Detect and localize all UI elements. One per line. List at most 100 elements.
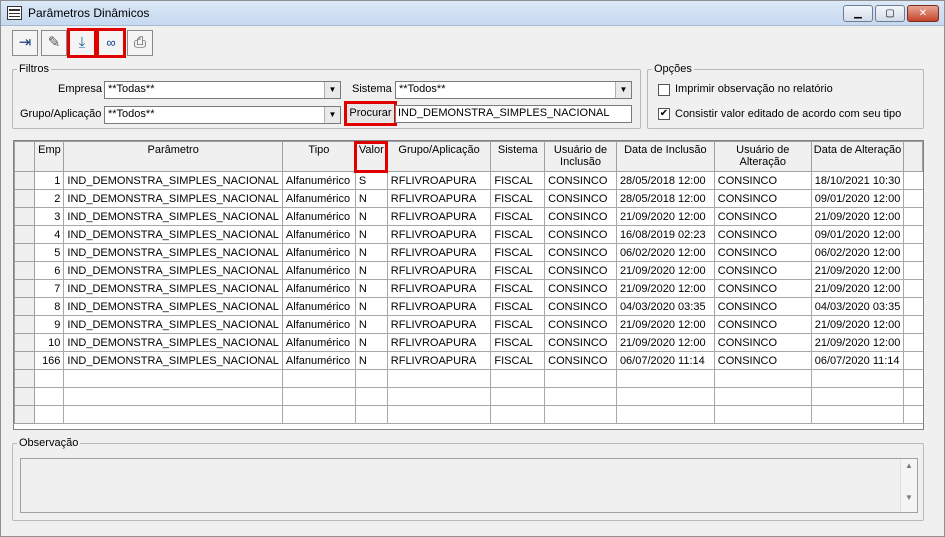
col-grupo[interactable]: Grupo/Aplicação xyxy=(386,141,492,172)
cell-grupo[interactable] xyxy=(386,387,492,406)
cell-usuario-inclusao[interactable]: CONSINCO xyxy=(544,297,617,316)
cell-sistema[interactable]: FISCAL xyxy=(490,297,546,316)
validate-value-checkbox[interactable]: ✔ xyxy=(658,108,670,120)
cell-data-alteracao[interactable]: 09/01/2020 12:00 xyxy=(810,189,905,208)
cell-usuario-alteracao[interactable]: CONSINCO xyxy=(713,315,812,334)
cell-usuario-inclusao[interactable]: CONSINCO xyxy=(544,207,617,226)
table-row[interactable]: 9 IND_DEMONSTRA_SIMPLES_NACIONAL Alfanumér… xyxy=(14,315,923,334)
col-sistema[interactable]: Sistema xyxy=(490,141,546,172)
col-usuario-inclusao[interactable]: Usuário de Inclusão xyxy=(544,141,617,172)
cell-sistema[interactable]: FISCAL xyxy=(490,279,546,298)
cell-emp[interactable] xyxy=(34,405,65,424)
row-indicator[interactable] xyxy=(14,351,36,370)
col-valor[interactable]: Valor xyxy=(354,141,389,173)
print-observation-checkbox[interactable] xyxy=(658,84,670,96)
table-row[interactable]: 4 IND_DEMONSTRA_SIMPLES_NACIONAL Alfanumér… xyxy=(14,225,923,244)
import-button[interactable]: ⤓ xyxy=(67,28,97,58)
cell-tipo[interactable]: Alfanumérico xyxy=(281,225,356,244)
cell-grupo[interactable]: RFLIVROAPURA xyxy=(386,279,492,298)
cell-usuario-alteracao[interactable]: CONSINCO xyxy=(713,243,812,262)
cell-data-alteracao[interactable] xyxy=(810,369,905,388)
cell-usuario-inclusao[interactable] xyxy=(544,405,617,424)
cell-valor[interactable]: S xyxy=(354,171,388,190)
cell-usuario-alteracao[interactable] xyxy=(713,369,812,388)
cell-parametro[interactable] xyxy=(63,405,283,424)
exit-button[interactable]: ⇥ xyxy=(12,30,38,56)
cell-valor[interactable]: N xyxy=(354,243,388,262)
cell-valor[interactable]: N xyxy=(354,207,388,226)
cell-parametro[interactable]: IND_DEMONSTRA_SIMPLES_NACIONAL xyxy=(63,351,283,370)
cell-sistema[interactable]: FISCAL xyxy=(490,189,546,208)
cell-usuario-alteracao[interactable]: CONSINCO xyxy=(713,333,812,352)
table-row[interactable]: 10 IND_DEMONSTRA_SIMPLES_NACIONAL Alfanumé… xyxy=(14,333,923,352)
cell-data-inclusao[interactable]: 06/07/2020 11:14 xyxy=(615,351,715,370)
cell-data-alteracao[interactable]: 21/09/2020 12:00 xyxy=(810,207,905,226)
cell-emp[interactable]: 4 xyxy=(34,225,65,244)
cell-data-alteracao[interactable]: 09/01/2020 12:00 xyxy=(810,225,905,244)
cell-tipo[interactable]: Alfanumérico xyxy=(281,333,356,352)
grupo-select[interactable]: **Todos** ▼ xyxy=(104,106,341,124)
minimize-button[interactable]: ▁ xyxy=(843,5,873,22)
cell-data-inclusao[interactable]: 04/03/2020 03:35 xyxy=(615,297,715,316)
cell-data-alteracao[interactable]: 21/09/2020 12:00 xyxy=(810,315,905,334)
table-row[interactable] xyxy=(14,405,923,424)
cell-parametro[interactable]: IND_DEMONSTRA_SIMPLES_NACIONAL xyxy=(63,225,283,244)
cell-grupo[interactable]: RFLIVROAPURA xyxy=(386,207,492,226)
cell-grupo[interactable]: RFLIVROAPURA xyxy=(386,351,492,370)
cell-data-inclusao[interactable]: 21/09/2020 12:00 xyxy=(615,315,715,334)
cell-emp[interactable]: 5 xyxy=(34,243,65,262)
cell-grupo[interactable]: RFLIVROAPURA xyxy=(386,261,492,280)
cell-data-alteracao[interactable] xyxy=(810,405,905,424)
row-indicator[interactable] xyxy=(14,171,36,190)
print-button[interactable]: ⎙ xyxy=(127,30,153,56)
cell-tipo[interactable] xyxy=(281,405,356,424)
cell-usuario-alteracao[interactable]: CONSINCO xyxy=(713,351,812,370)
observation-scrollbar[interactable]: ▲ ▼ xyxy=(900,459,917,512)
cell-sistema[interactable]: FISCAL xyxy=(490,351,546,370)
row-indicator[interactable] xyxy=(14,261,36,280)
table-row[interactable]: 3 IND_DEMONSTRA_SIMPLES_NACIONAL Alfanumér… xyxy=(14,207,923,226)
cell-parametro[interactable]: IND_DEMONSTRA_SIMPLES_NACIONAL xyxy=(63,243,283,262)
cell-data-inclusao[interactable]: 28/05/2018 12:00 xyxy=(615,189,715,208)
cell-valor[interactable]: N xyxy=(354,315,388,334)
table-row[interactable]: 1 IND_DEMONSTRA_SIMPLES_NACIONAL Alfanumér… xyxy=(14,171,923,190)
cell-parametro[interactable]: IND_DEMONSTRA_SIMPLES_NACIONAL xyxy=(63,297,283,316)
cell-valor[interactable]: N xyxy=(354,333,388,352)
cell-usuario-inclusao[interactable] xyxy=(544,369,617,388)
cell-usuario-alteracao[interactable]: CONSINCO xyxy=(713,297,812,316)
cell-sistema[interactable]: FISCAL xyxy=(490,207,546,226)
cell-usuario-alteracao[interactable]: CONSINCO xyxy=(713,189,812,208)
cell-emp[interactable]: 2 xyxy=(34,189,65,208)
cell-sistema[interactable]: FISCAL xyxy=(490,171,546,190)
row-indicator[interactable] xyxy=(14,189,36,208)
row-indicator[interactable] xyxy=(14,369,36,388)
cell-tipo[interactable]: Alfanumérico xyxy=(281,297,356,316)
cell-valor[interactable]: N xyxy=(354,297,388,316)
cell-grupo[interactable]: RFLIVROAPURA xyxy=(386,225,492,244)
row-indicator[interactable] xyxy=(14,225,36,244)
cell-tipo[interactable]: Alfanumérico xyxy=(281,171,356,190)
cell-usuario-alteracao[interactable]: CONSINCO xyxy=(713,279,812,298)
chevron-down-icon[interactable]: ▼ xyxy=(615,82,631,98)
cell-sistema[interactable]: FISCAL xyxy=(490,333,546,352)
cell-usuario-inclusao[interactable]: CONSINCO xyxy=(544,351,617,370)
table-row[interactable]: 5 IND_DEMONSTRA_SIMPLES_NACIONAL Alfanumér… xyxy=(14,243,923,262)
cell-grupo[interactable]: RFLIVROAPURA xyxy=(386,315,492,334)
cell-data-inclusao[interactable] xyxy=(615,369,715,388)
table-row[interactable]: 2 IND_DEMONSTRA_SIMPLES_NACIONAL Alfanumér… xyxy=(14,189,923,208)
cell-data-alteracao[interactable]: 18/10/2021 10:30 xyxy=(810,171,905,190)
col-parametro[interactable]: Parâmetro xyxy=(63,141,283,172)
cell-data-inclusao[interactable]: 21/09/2020 12:00 xyxy=(615,333,715,352)
search-button[interactable]: ∞ xyxy=(96,28,126,58)
col-tipo[interactable]: Tipo xyxy=(281,141,356,172)
cell-data-inclusao[interactable]: 06/02/2020 12:00 xyxy=(615,243,715,262)
cell-data-inclusao[interactable]: 28/05/2018 12:00 xyxy=(615,171,715,190)
cell-grupo[interactable]: RFLIVROAPURA xyxy=(386,297,492,316)
cell-valor[interactable]: N xyxy=(354,261,388,280)
cell-usuario-inclusao[interactable]: CONSINCO xyxy=(544,171,617,190)
cell-data-alteracao[interactable]: 21/09/2020 12:00 xyxy=(810,333,905,352)
cell-tipo[interactable]: Alfanumérico xyxy=(281,351,356,370)
cell-usuario-inclusao[interactable]: CONSINCO xyxy=(544,279,617,298)
cell-grupo[interactable]: RFLIVROAPURA xyxy=(386,333,492,352)
cell-valor[interactable]: N xyxy=(354,225,388,244)
